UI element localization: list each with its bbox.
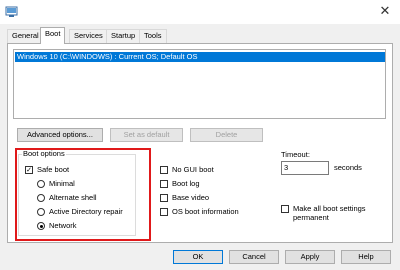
boot-log-checkbox[interactable] <box>160 180 168 188</box>
msconfig-icon <box>5 5 18 18</box>
timeout-input[interactable]: 3 <box>281 161 329 175</box>
set-as-default-button[interactable]: Set as default <box>110 128 183 142</box>
ok-button[interactable]: OK <box>173 250 223 264</box>
delete-button[interactable]: Delete <box>190 128 263 142</box>
advanced-options-button[interactable]: Advanced options... <box>17 128 103 142</box>
cancel-button[interactable]: Cancel <box>229 250 279 264</box>
tab-startup[interactable]: Startup <box>106 29 141 43</box>
tab-boot[interactable]: Boot <box>40 27 66 44</box>
timeout-unit-label: seconds <box>334 163 362 172</box>
close-icon[interactable]: ✕ <box>376 3 394 20</box>
tab-general[interactable]: General <box>7 29 44 43</box>
tab-tools[interactable]: Tools <box>139 29 167 43</box>
tab-services[interactable]: Services <box>69 29 108 43</box>
base-video-label: Base video <box>172 193 210 202</box>
os-boot-information-label: OS boot information <box>172 207 239 216</box>
os-boot-information-checkbox[interactable] <box>160 208 168 216</box>
annotation-highlight <box>15 148 151 241</box>
no-gui-boot-checkbox[interactable] <box>160 166 168 174</box>
title-bar <box>0 0 400 24</box>
make-permanent-label-line1: Make all boot settings <box>293 204 366 213</box>
help-button[interactable]: Help <box>341 250 391 264</box>
timeout-label: Timeout: <box>281 150 310 159</box>
os-list-item[interactable]: Windows 10 (C:\WINDOWS) : Current OS; De… <box>15 52 385 62</box>
make-permanent-checkbox[interactable] <box>281 205 289 213</box>
make-permanent-label: Make all boot settings permanent <box>293 204 366 222</box>
no-gui-boot-label: No GUI boot <box>172 165 214 174</box>
base-video-checkbox[interactable] <box>160 194 168 202</box>
make-permanent-label-line2: permanent <box>293 213 329 222</box>
boot-log-label: Boot log <box>172 179 200 188</box>
apply-button[interactable]: Apply <box>285 250 335 264</box>
